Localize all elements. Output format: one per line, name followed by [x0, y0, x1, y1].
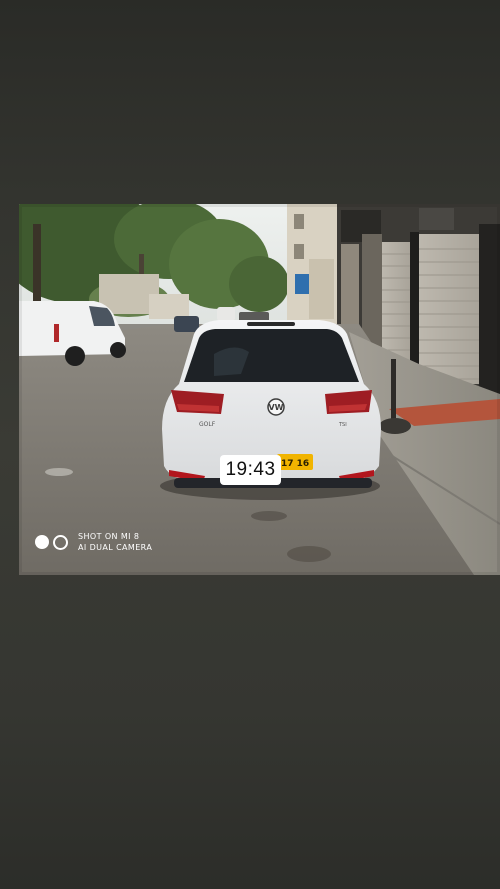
lens-dot-ring: [53, 534, 68, 550]
license-plate-text: 17 16: [281, 459, 309, 469]
watermark-line-2: AI DUAL CAMERA: [78, 543, 153, 552]
camera-lens-dots-icon: [35, 534, 68, 550]
watermark-text: SHOT ON MI 8 AI DUAL CAMERA: [78, 531, 152, 553]
timestamp-overlay: 19:43: [220, 455, 281, 485]
badge-trim: TSI: [338, 422, 347, 428]
photo-frame: VW GOLF TSI 17 16: [19, 204, 500, 575]
volkswagen-logo-icon: VW: [268, 403, 283, 412]
lens-dot-filled: [35, 535, 49, 549]
badge-model: GOLF: [199, 421, 216, 428]
street-photo: VW GOLF TSI 17 16: [19, 204, 500, 575]
camera-watermark: SHOT ON MI 8 AI DUAL CAMERA: [35, 531, 152, 553]
watermark-line-1: SHOT ON MI 8: [78, 532, 140, 541]
